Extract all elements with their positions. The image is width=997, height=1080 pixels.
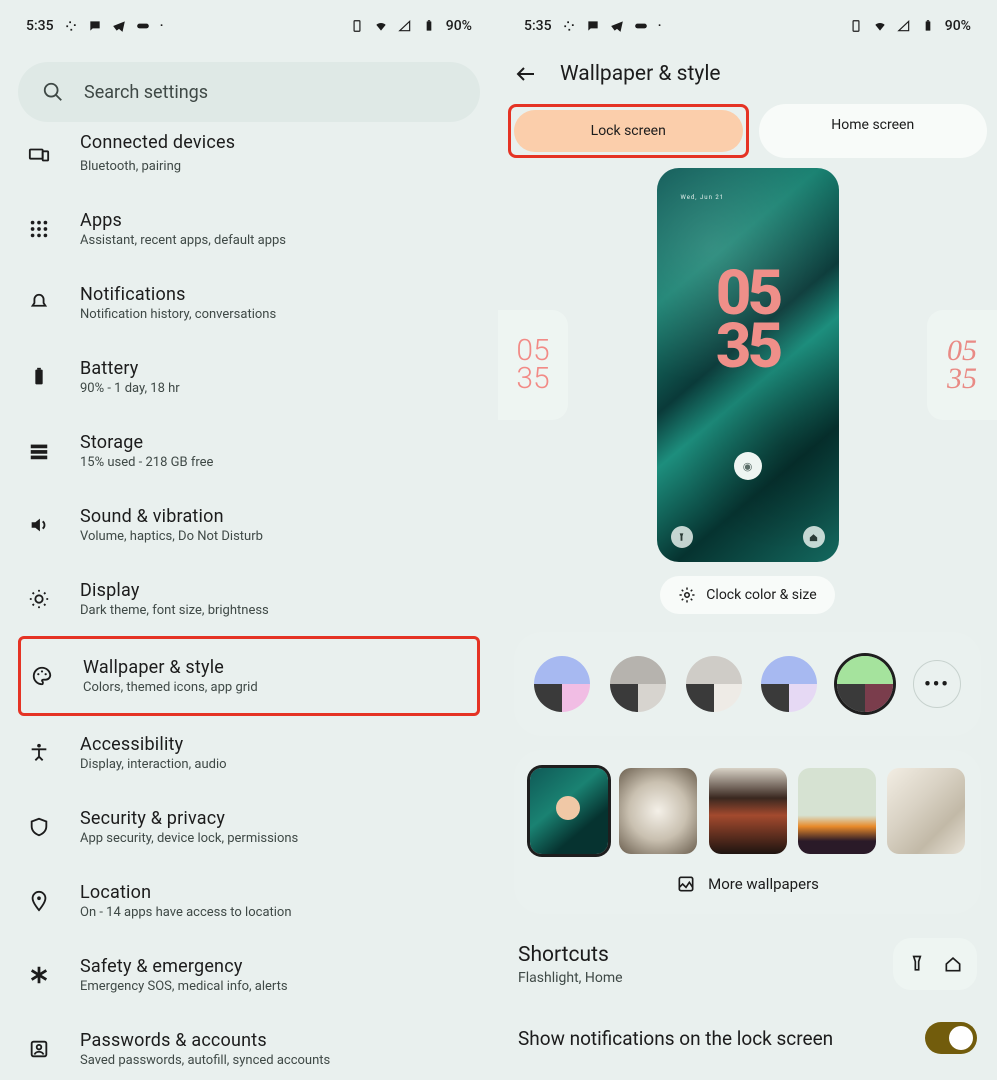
wifi-icon: [873, 19, 887, 33]
status-bar-right: 5:35 · 90%: [498, 0, 997, 34]
search-placeholder: Search settings: [84, 82, 208, 103]
message-icon: [88, 19, 102, 33]
gear-icon: [678, 586, 696, 604]
toggle-label: Show notifications on the lock screen: [518, 1027, 833, 1050]
preview-shortcut-flashlight: [671, 526, 693, 548]
settings-screen: 5:35 · 90% Search settings Connected dev…: [0, 0, 498, 1080]
wallpaper-thumb-5[interactable]: [887, 768, 965, 854]
telegram-icon: [610, 19, 624, 33]
dot-icon: ·: [160, 18, 164, 34]
settings-accessibility[interactable]: AccessibilityDisplay, interaction, audio: [18, 716, 480, 790]
notifications-toggle[interactable]: [925, 1022, 977, 1054]
battery-icon: [422, 19, 436, 33]
wallpaper-thumb-2[interactable]: [619, 768, 697, 854]
palette-icon: [31, 665, 53, 687]
settings-passwords[interactable]: Passwords & accountsSaved passwords, aut…: [18, 1012, 480, 1068]
preview-date: Wed, Jun 21: [681, 194, 725, 201]
highlight-lock-tab: Lock screen: [508, 104, 749, 158]
settings-sound[interactable]: Sound & vibrationVolume, haptics, Do Not…: [18, 488, 480, 562]
game-icon: [136, 19, 150, 33]
status-battery: 90%: [945, 18, 971, 34]
home-icon: [943, 954, 963, 974]
wifi-icon: [374, 19, 388, 33]
settings-security[interactable]: Security & privacyApp security, device l…: [18, 790, 480, 864]
status-time: 5:35: [26, 18, 54, 34]
game-icon: [634, 19, 648, 33]
devices-icon: [28, 144, 50, 166]
settings-storage[interactable]: Storage15% used - 218 GB free: [18, 414, 480, 488]
wallpaper-thumb-1-selected[interactable]: [530, 768, 608, 854]
back-button[interactable]: [514, 62, 538, 86]
notifications-toggle-row: Show notifications on the lock screen: [518, 1022, 977, 1054]
preview-clock: 05 35: [657, 268, 839, 373]
status-bar: 5:35 · 90%: [0, 0, 498, 34]
tab-home-screen[interactable]: Home screen: [759, 104, 988, 158]
status-battery: 90%: [446, 18, 472, 34]
slack-icon: [562, 19, 576, 33]
account-icon: [28, 1038, 50, 1060]
settings-notifications[interactable]: NotificationsNotification history, conve…: [18, 266, 480, 340]
sound-icon: [28, 514, 50, 536]
flashlight-icon: [907, 954, 927, 974]
apps-icon: [28, 218, 50, 240]
more-palettes-button[interactable]: •••: [913, 660, 961, 708]
palette-option-2[interactable]: [610, 656, 666, 712]
phone-icon: [849, 19, 863, 33]
battery-icon: [921, 19, 935, 33]
color-palette-picker: •••: [514, 632, 981, 736]
search-icon: [42, 81, 64, 103]
telegram-icon: [112, 19, 126, 33]
lock-screen-preview[interactable]: Wed, Jun 21 05 35: [657, 168, 839, 562]
storage-icon: [28, 440, 50, 462]
settings-location[interactable]: LocationOn - 14 apps have access to loca…: [18, 864, 480, 938]
accessibility-icon: [28, 742, 50, 764]
shield-icon: [28, 816, 50, 838]
asterisk-icon: [28, 964, 50, 986]
clock-style-left[interactable]: 05 35: [498, 310, 568, 420]
phone-icon: [350, 19, 364, 33]
battery-vert-icon: [28, 366, 50, 388]
preview-shortcut-home: [803, 526, 825, 548]
tab-lock-screen[interactable]: Lock screen: [514, 110, 743, 152]
shortcuts-row[interactable]: Shortcuts Flashlight, Home: [518, 938, 977, 990]
wallpaper-picker: More wallpapers: [514, 750, 981, 914]
location-icon: [28, 890, 50, 912]
palette-option-1[interactable]: [534, 656, 590, 712]
search-settings[interactable]: Search settings: [18, 62, 480, 122]
settings-safety[interactable]: Safety & emergencyEmergency SOS, medical…: [18, 938, 480, 1012]
palette-option-5-selected[interactable]: [837, 656, 893, 712]
signal-icon: [897, 19, 911, 33]
wallpaper-thumb-4[interactable]: [798, 768, 876, 854]
bell-icon: [28, 292, 50, 314]
signal-icon: [398, 19, 412, 33]
page-title: Wallpaper & style: [560, 62, 721, 86]
shortcuts-title: Shortcuts: [518, 943, 623, 967]
palette-option-4[interactable]: [761, 656, 817, 712]
status-time: 5:35: [524, 18, 552, 34]
settings-connected-devices[interactable]: Connected devicesBluetooth, pairing: [18, 132, 480, 192]
message-icon: [586, 19, 600, 33]
dot-icon: ·: [658, 18, 662, 34]
shortcuts-sub: Flashlight, Home: [518, 970, 623, 986]
arrow-left-icon: [514, 62, 538, 86]
brightness-icon: [28, 588, 50, 610]
wallpaper-icon: [676, 874, 696, 894]
settings-apps[interactable]: AppsAssistant, recent apps, default apps: [18, 192, 480, 266]
more-wallpapers-button[interactable]: More wallpapers: [530, 874, 965, 894]
wallpaper-thumb-3[interactable]: [709, 768, 787, 854]
clock-style-right[interactable]: 05 35: [927, 310, 997, 420]
settings-display[interactable]: DisplayDark theme, font size, brightness: [18, 562, 480, 636]
slack-icon: [64, 19, 78, 33]
wallpaper-style-screen: 5:35 · 90% Wallpaper & style Lock screen…: [498, 0, 997, 1080]
clock-color-size-button[interactable]: Clock color & size: [660, 576, 834, 614]
settings-battery[interactable]: Battery90% - 1 day, 18 hr: [18, 340, 480, 414]
shortcuts-preview: [893, 938, 977, 990]
fingerprint-icon: [734, 452, 762, 480]
palette-option-3[interactable]: [686, 656, 742, 712]
settings-wallpaper-style[interactable]: Wallpaper & styleColors, themed icons, a…: [18, 636, 480, 716]
